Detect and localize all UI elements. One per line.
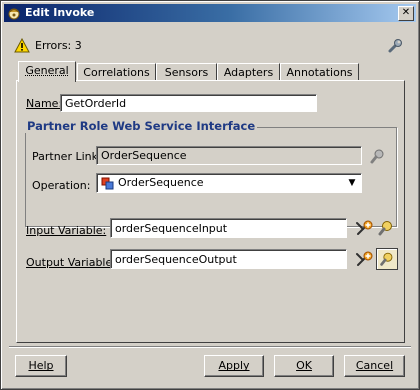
operation-select[interactable]: OrderSequence ▼ <box>96 173 362 193</box>
add-variable-icon[interactable] <box>354 218 374 238</box>
operation-label: Operation: <box>32 179 91 192</box>
bpel-process-icon <box>8 8 20 20</box>
operation-icon <box>101 177 114 190</box>
close-icon[interactable]: ✕ <box>398 6 414 21</box>
partner-link-label: Partner Link: <box>32 150 102 163</box>
errors-count: Errors: 3 <box>35 39 82 52</box>
output-variable-field[interactable]: orderSequenceOutput <box>110 249 347 269</box>
flashlight-icon[interactable] <box>367 146 387 166</box>
apply-button[interactable]: Apply <box>204 355 264 377</box>
title-bar[interactable]: Edit Invoke ✕ <box>4 4 416 22</box>
add-variable-icon[interactable] <box>354 249 374 269</box>
name-label: Name: <box>26 97 63 110</box>
general-tab-panel: Name: GetOrderId Partner Role Web Servic… <box>16 80 405 343</box>
cancel-button[interactable]: Cancel <box>344 355 405 377</box>
name-field[interactable]: GetOrderId <box>60 94 317 112</box>
chevron-down-icon[interactable]: ▼ <box>344 175 360 191</box>
tab-general[interactable]: General <box>18 61 76 82</box>
wrench-icon[interactable] <box>387 38 403 54</box>
window-title: Edit Invoke <box>25 6 95 19</box>
partner-link-field: OrderSequence <box>96 146 362 165</box>
button-separator <box>9 346 411 348</box>
ok-button[interactable]: OK <box>274 355 334 377</box>
browse-variable-icon <box>380 252 393 266</box>
warning-triangle-icon <box>14 38 30 53</box>
partner-role-group-title: Partner Role Web Service Interface <box>25 119 258 133</box>
operation-value: OrderSequence <box>118 176 204 189</box>
input-variable-field[interactable]: orderSequenceInput <box>110 218 347 238</box>
browse-variable-icon[interactable] <box>376 218 396 238</box>
input-variable-label: Input Variable: <box>26 224 107 237</box>
output-variable-label: Output Variable: <box>26 256 116 269</box>
edit-invoke-dialog: Edit Invoke ✕ Errors: 3 General Correlat… <box>0 0 420 390</box>
help-button[interactable]: Help <box>15 355 67 377</box>
browse-variable-button[interactable] <box>376 248 398 270</box>
